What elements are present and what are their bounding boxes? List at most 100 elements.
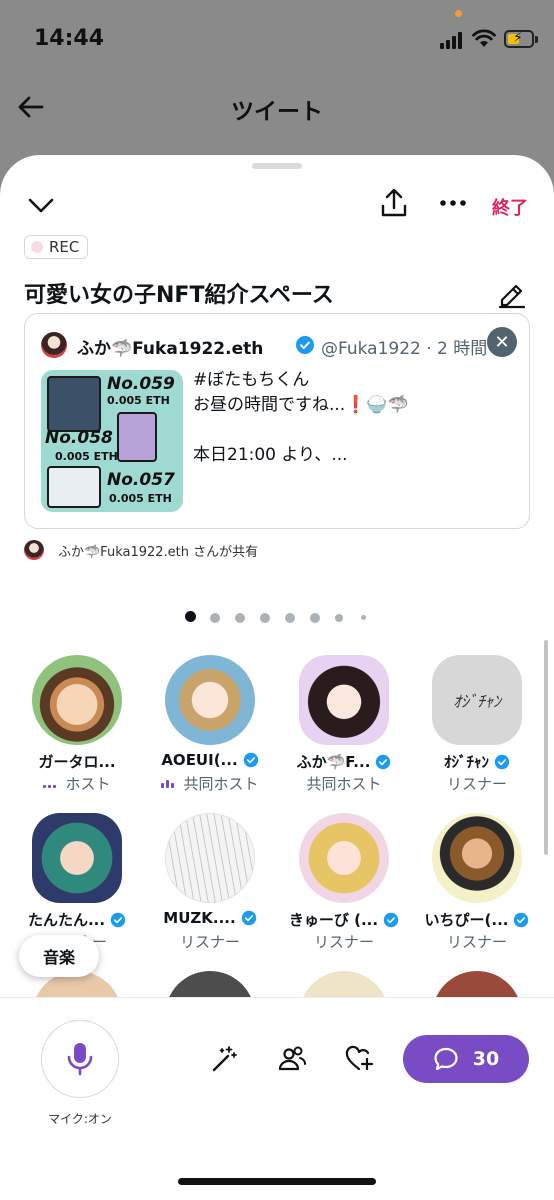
- participant-role: リスナー: [179, 933, 240, 951]
- pager-dot[interactable]: [260, 613, 270, 623]
- pager-dot[interactable]: [210, 613, 220, 623]
- verified-badge-icon: [383, 912, 399, 927]
- participant-avatar: [299, 813, 389, 903]
- sharer-avatar: [24, 540, 44, 560]
- participant-name: ガータロ...: [38, 753, 116, 771]
- pager-dot[interactable]: [185, 611, 196, 622]
- record-dot-icon: [31, 241, 43, 253]
- participant-avatar: [32, 655, 122, 745]
- pager-dot[interactable]: [335, 614, 343, 622]
- participant-name: きゅーび (...: [288, 911, 379, 929]
- more-options-icon[interactable]: [438, 193, 468, 213]
- recording-badge: REC: [24, 235, 89, 259]
- participant-tile[interactable]: MUZK.... リスナー: [143, 813, 277, 963]
- participant-avatar: [32, 813, 122, 903]
- space-controls-bar: マイク:オン 30: [0, 997, 554, 1200]
- participant-name: ｵｼﾞﾁｬﾝ: [443, 753, 489, 771]
- media-text-price-3: 0.005 ETH: [109, 492, 172, 505]
- cellular-signal-icon: [440, 32, 466, 49]
- wifi-icon: [472, 29, 496, 47]
- pager-dot[interactable]: [361, 615, 366, 620]
- verified-badge-icon: [243, 752, 258, 768]
- participant-name: ふか🦈F...: [296, 753, 371, 771]
- participant-avatar: [432, 813, 522, 903]
- participant-tile[interactable]: ガータロ... ホスト: [10, 655, 144, 805]
- media-text-no057: No.057: [107, 470, 175, 490]
- recording-label: REC: [49, 238, 80, 256]
- media-text-price-2: 0.005 ETH: [55, 450, 118, 463]
- chat-count: 30: [472, 1048, 500, 1070]
- participant-name: MUZK....: [163, 909, 236, 927]
- participant-tile[interactable]: AOEUI(... 共同ホスト: [143, 655, 277, 805]
- chat-button[interactable]: 30: [403, 1035, 529, 1083]
- participant-role: ホスト: [65, 775, 111, 793]
- sheet-grabber[interactable]: [252, 163, 302, 169]
- participant-role: リスナー: [313, 933, 374, 951]
- verified-badge-icon: [110, 912, 126, 927]
- participant-avatar: [299, 655, 389, 745]
- verified-badge-icon: [241, 910, 256, 926]
- tweet-line: お昼の時間ですね...❗️🍚🦈: [193, 395, 409, 415]
- participant-tile[interactable]: ｵｼﾞﾁｬﾝ ｵｼﾞﾁｬﾝ リスナー: [410, 655, 544, 805]
- privacy-indicator-dot: [455, 10, 462, 17]
- media-text-no059: No.059: [107, 374, 175, 394]
- media-text-price-1: 0.005 ETH: [107, 394, 170, 407]
- unpin-close-icon[interactable]: ✕: [487, 327, 517, 357]
- tweet-line: 本日21:00 より、...: [193, 445, 348, 465]
- sparkle-wand-icon[interactable]: [209, 1044, 239, 1074]
- verified-badge-icon: [376, 754, 391, 769]
- page-title: ツイート: [231, 99, 323, 125]
- tweet-header: ツイート: [0, 82, 554, 132]
- participant-tile[interactable]: きゅーび (... リスナー: [277, 813, 411, 963]
- pinned-tweet-card[interactable]: ふか🦈Fuka1922.eth @Fuka1922 · 2 時間 ✕ No.05…: [24, 313, 530, 529]
- microphone-button[interactable]: [41, 1020, 119, 1098]
- participant-tile[interactable]: いちぴー(... リスナー: [410, 813, 544, 963]
- tweet-media-image[interactable]: No.059 0.005 ETH No.058 0.005 ETH No.057…: [41, 370, 183, 512]
- participant-avatar: [165, 813, 255, 903]
- music-button[interactable]: 音楽: [19, 935, 100, 977]
- status-bar: 14:44 ⚡: [0, 0, 554, 80]
- collapse-chevron-icon[interactable]: [26, 193, 56, 217]
- shared-by-row: ふか🦈Fuka1922.eth さんが共有: [24, 539, 258, 561]
- verified-badge-icon: [296, 336, 314, 354]
- author-handle-time: @Fuka1922 · 2 時間: [321, 339, 488, 359]
- participant-role: 共同ホスト: [183, 775, 259, 793]
- scrollbar[interactable]: [544, 640, 548, 855]
- battery-icon: ⚡: [504, 30, 538, 48]
- verified-badge-icon: [494, 754, 510, 769]
- pager-dot[interactable]: [235, 613, 245, 623]
- chat-bubble-icon: [434, 1047, 458, 1071]
- share-icon[interactable]: [378, 187, 410, 219]
- speaking-bars-icon: [161, 779, 179, 790]
- participant-name: たんたん...: [27, 911, 106, 929]
- status-time: 14:44: [34, 26, 105, 51]
- space-sheet: 終了 REC 可愛い女の子NFT紹介スペース ふか🦈Fuka1922.eth @…: [0, 155, 554, 1200]
- end-space-button[interactable]: 終了: [492, 194, 528, 220]
- pager-dot[interactable]: [285, 613, 295, 623]
- author-name: ふか🦈Fuka1922.eth: [77, 339, 264, 359]
- microphone-icon: [67, 1043, 93, 1076]
- participant-tile[interactable]: ふか🦈F... 共同ホスト: [277, 655, 411, 805]
- tweet-line: [193, 418, 513, 443]
- participant-role: リスナー: [446, 775, 507, 793]
- participant-role: リスナー: [446, 933, 507, 951]
- sheet-header: 終了: [0, 185, 554, 225]
- mic-status-label: マイク:オン: [48, 1112, 112, 1126]
- speaking-bars-icon: [43, 780, 61, 790]
- pager-dot[interactable]: [310, 613, 320, 623]
- heart-plus-icon[interactable]: [344, 1044, 374, 1074]
- participant-name: いちぴー(...: [424, 911, 509, 929]
- participants-pager[interactable]: [0, 610, 554, 624]
- verified-badge-icon: [514, 912, 529, 927]
- participant-role: 共同ホスト: [306, 775, 382, 793]
- participant-avatar: ｵｼﾞﾁｬﾝ: [432, 655, 522, 745]
- participant-name: AOEUI(...: [161, 751, 238, 769]
- people-icon[interactable]: [277, 1044, 307, 1074]
- participant-avatar: [165, 655, 255, 745]
- home-indicator[interactable]: [178, 1178, 376, 1185]
- tweet-text: #ぼたもちくん お昼の時間ですね...❗️🍚🦈 本日21:00 より、...: [193, 368, 513, 468]
- edit-pencil-icon[interactable]: [496, 277, 528, 309]
- space-title: 可愛い女の子NFT紹介スペース: [24, 283, 334, 308]
- tweet-line: #ぼたもちくん: [193, 370, 310, 390]
- media-text-no058: No.058: [45, 428, 113, 448]
